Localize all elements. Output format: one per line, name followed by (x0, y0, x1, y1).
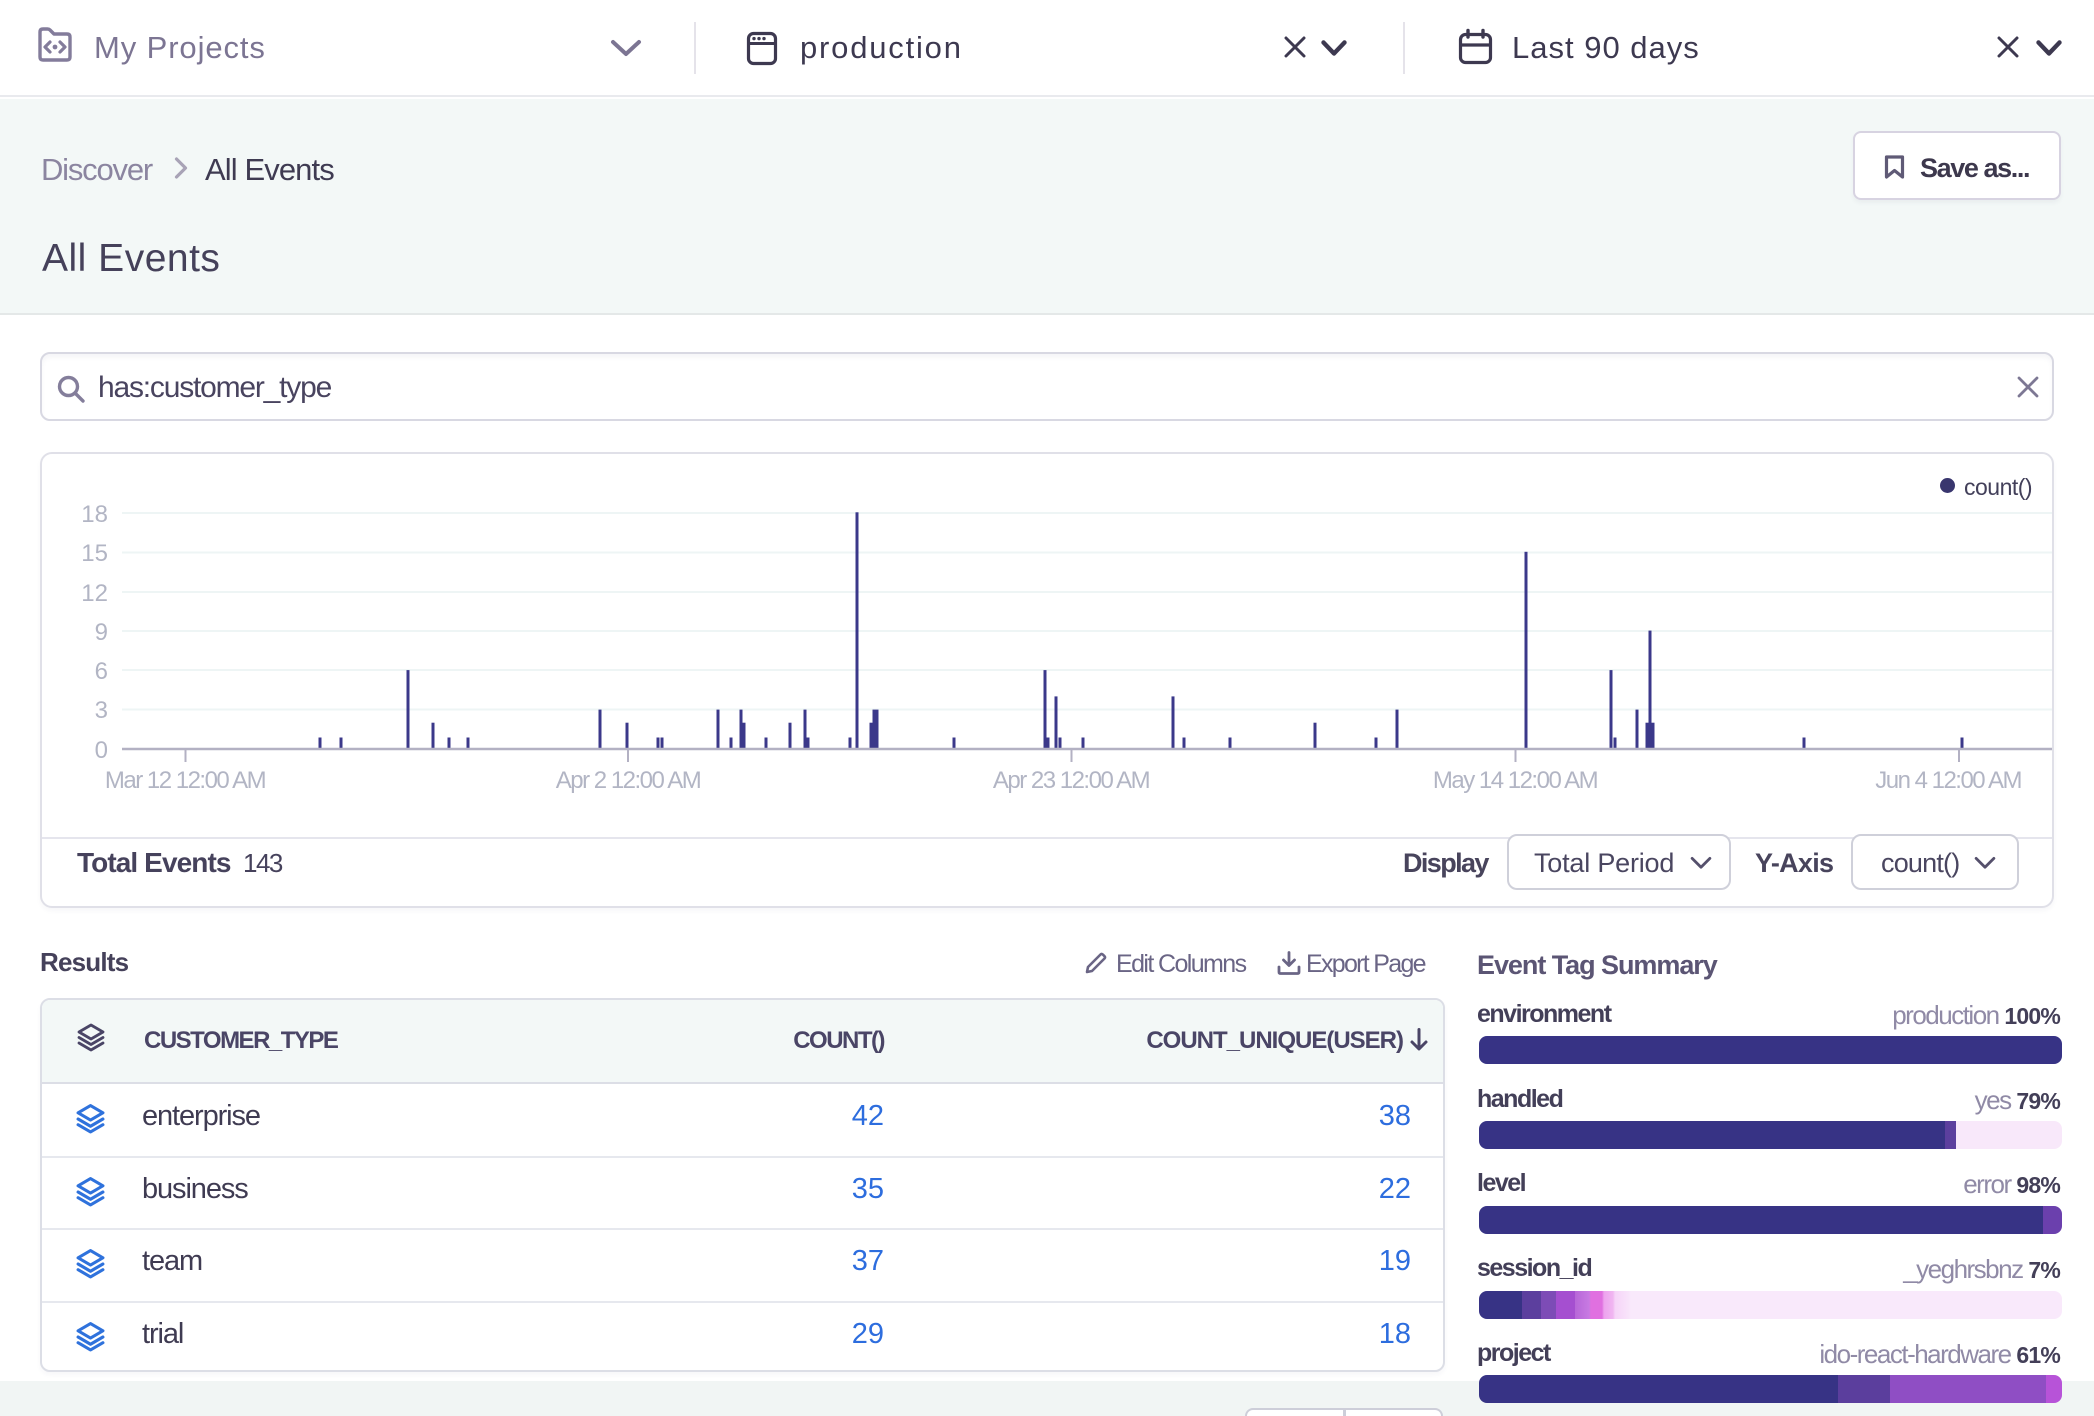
svg-text:Mar 12 12:00 AM: Mar 12 12:00 AM (105, 767, 266, 794)
svg-text:0: 0 (95, 737, 108, 764)
svg-text:9: 9 (95, 619, 108, 646)
svg-text:Apr 23 12:00 AM: Apr 23 12:00 AM (993, 767, 1150, 794)
svg-text:Apr 2 12:00 AM: Apr 2 12:00 AM (556, 767, 701, 794)
svg-text:15: 15 (81, 540, 108, 567)
svg-text:18: 18 (81, 501, 108, 528)
svg-text:Jun 4 12:00 AM: Jun 4 12:00 AM (1875, 767, 2021, 794)
svg-text:3: 3 (95, 697, 108, 724)
svg-text:6: 6 (95, 658, 108, 685)
svg-text:12: 12 (81, 580, 108, 607)
svg-text:May 14 12:00 AM: May 14 12:00 AM (1433, 767, 1598, 794)
